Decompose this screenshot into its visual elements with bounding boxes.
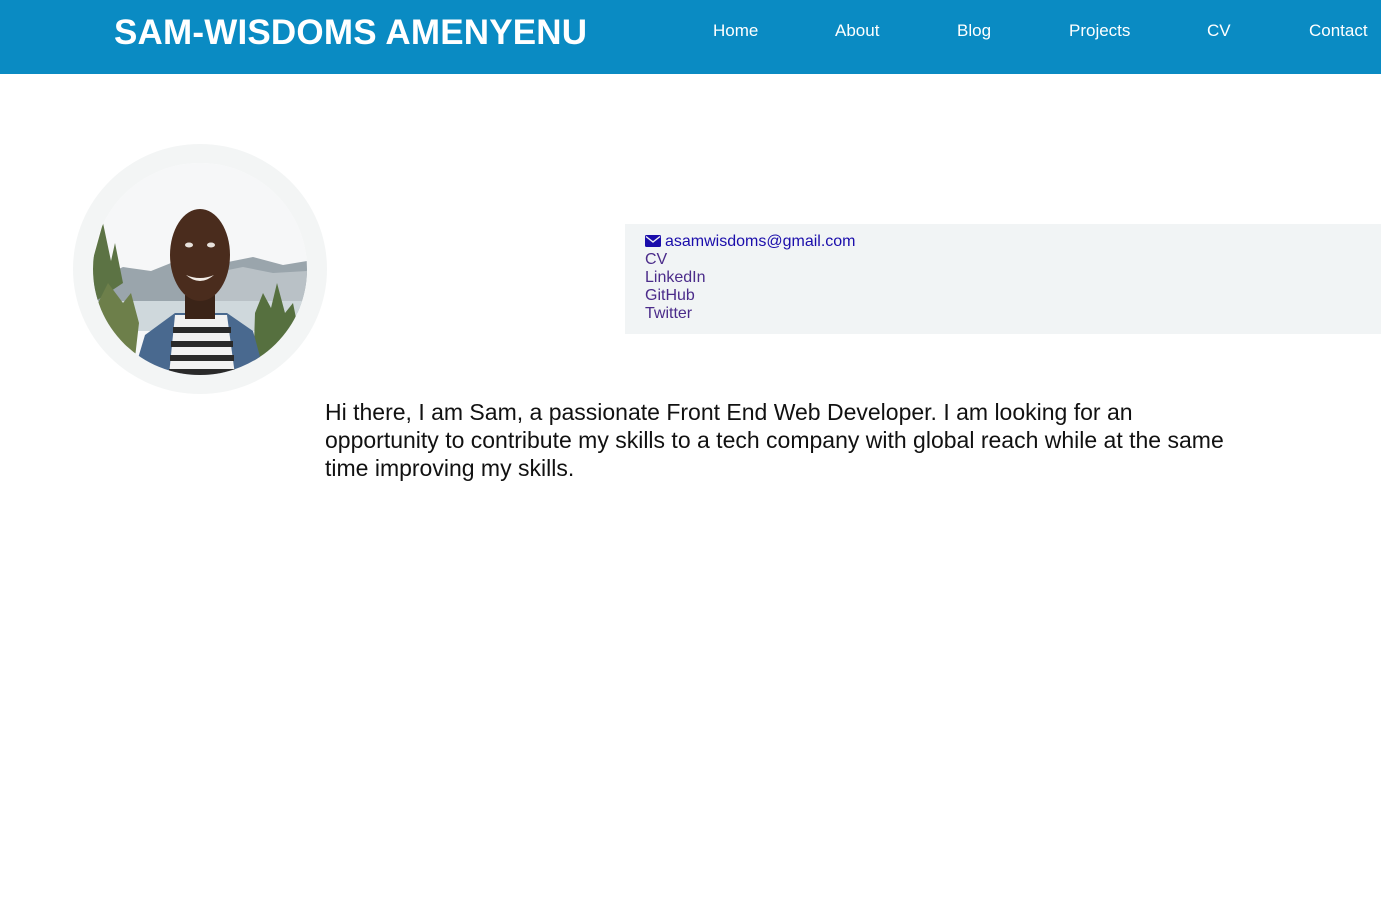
email-link[interactable]: asamwisdoms@gmail.com: [645, 233, 856, 251]
contact-panel: asamwisdoms@gmail.com CV LinkedIn GitHub…: [625, 224, 1381, 334]
nav-link-projects[interactable]: Projects: [1069, 21, 1130, 41]
nav-link-blog[interactable]: Blog: [957, 21, 991, 41]
cv-link[interactable]: CV: [645, 251, 856, 269]
contact-list: asamwisdoms@gmail.com CV LinkedIn GitHub…: [645, 233, 856, 323]
linkedin-link[interactable]: LinkedIn: [645, 269, 856, 287]
site-title: SAM-WISDOMS AMENYENU: [114, 13, 588, 52]
site-header: SAM-WISDOMS AMENYENU Home About Blog Pro…: [0, 0, 1381, 74]
nav-link-about[interactable]: About: [835, 21, 879, 41]
profile-photo: [93, 163, 307, 375]
email-text: asamwisdoms@gmail.com: [665, 233, 856, 250]
nav-link-contact[interactable]: Contact: [1309, 21, 1368, 41]
twitter-link[interactable]: Twitter: [645, 305, 856, 323]
github-link[interactable]: GitHub: [645, 287, 856, 305]
nav-link-cv[interactable]: CV: [1207, 21, 1231, 41]
bio-text: Hi there, I am Sam, a passionate Front E…: [325, 399, 1224, 481]
avatar: [93, 163, 307, 375]
envelope-icon: [645, 235, 661, 247]
avatar-frame: [73, 144, 327, 394]
nav-link-home[interactable]: Home: [713, 21, 758, 41]
